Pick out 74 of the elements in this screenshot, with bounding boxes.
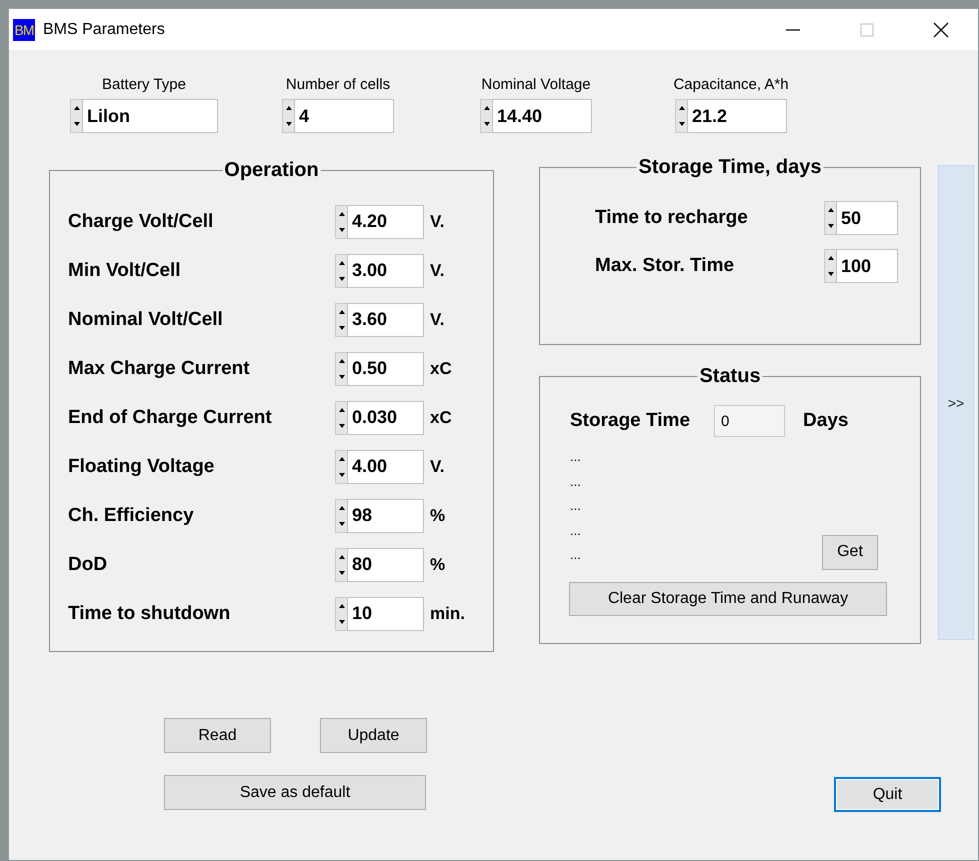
spin-arrows-icon[interactable] bbox=[335, 450, 347, 484]
spin-arrows-icon[interactable] bbox=[335, 400, 347, 434]
spin-arrows-icon[interactable] bbox=[824, 201, 836, 235]
number-field[interactable]: 50 bbox=[836, 201, 898, 235]
unit-label: V. bbox=[430, 260, 445, 280]
spin-arrows-icon[interactable] bbox=[335, 204, 347, 238]
maximize-icon bbox=[859, 22, 875, 38]
app-icon: BM bbox=[13, 18, 35, 40]
spin-arrows-icon[interactable] bbox=[675, 99, 687, 133]
parameter-label: Time to shutdown bbox=[67, 602, 232, 624]
spin-arrows-icon[interactable] bbox=[335, 498, 347, 532]
number-field[interactable]: 14.40 bbox=[492, 99, 592, 133]
unit-label: Days bbox=[803, 410, 848, 432]
field-label: Battery Type bbox=[102, 76, 186, 93]
parameter-label: Floating Voltage bbox=[67, 456, 216, 478]
spin-arrows-icon[interactable] bbox=[335, 548, 347, 582]
unit-label: V. bbox=[430, 310, 445, 330]
minimize-icon bbox=[786, 28, 800, 30]
parameter-label: Time to recharge bbox=[594, 207, 749, 229]
spin-arrows-icon[interactable] bbox=[335, 302, 347, 336]
spin-arrows-icon[interactable] bbox=[282, 99, 294, 133]
number-field[interactable]: 0.030 bbox=[347, 400, 424, 434]
parameter-label: Min Volt/Cell bbox=[67, 260, 182, 282]
field-label: Number of cells bbox=[286, 76, 390, 93]
number-field[interactable]: 10 bbox=[347, 596, 424, 630]
save-default-button[interactable]: Save as default bbox=[164, 775, 426, 810]
parameter-label: Charge Volt/Cell bbox=[67, 210, 214, 232]
expand-button[interactable]: >> bbox=[938, 165, 974, 640]
parameter-label: Nominal Volt/Cell bbox=[67, 308, 224, 330]
storage-time-label: Storage Time bbox=[570, 410, 690, 432]
status-line: ... bbox=[570, 522, 581, 540]
spin-arrows-icon[interactable] bbox=[335, 352, 347, 386]
window-title: BMS Parameters bbox=[43, 20, 165, 38]
field-label: Nominal Voltage bbox=[481, 76, 591, 93]
unit-label: min. bbox=[430, 604, 465, 624]
number-field[interactable]: 21.2 bbox=[687, 99, 787, 133]
status-line: ... bbox=[570, 546, 581, 564]
spin-arrows-icon[interactable] bbox=[824, 249, 836, 283]
unit-label: xC bbox=[430, 408, 452, 428]
spin-arrows-icon[interactable] bbox=[70, 99, 82, 133]
unit-label: V. bbox=[430, 456, 445, 476]
clear-button[interactable]: Clear Storage Time and Runaway bbox=[569, 582, 887, 616]
parameter-label: DoD bbox=[67, 554, 108, 576]
number-field[interactable]: Lilon bbox=[82, 99, 218, 133]
number-field[interactable]: 3.60 bbox=[347, 302, 424, 336]
number-field[interactable]: 100 bbox=[836, 249, 898, 283]
status-line: ... bbox=[570, 497, 581, 515]
spin-arrows-icon[interactable] bbox=[335, 596, 347, 630]
number-field[interactable]: 4.20 bbox=[347, 204, 424, 238]
number-field[interactable]: 0.50 bbox=[347, 352, 424, 386]
spin-arrows-icon[interactable] bbox=[335, 254, 347, 288]
unit-label: % bbox=[430, 506, 446, 526]
get-button[interactable]: Get bbox=[822, 534, 878, 570]
number-field[interactable]: 4.00 bbox=[347, 450, 424, 484]
number-field[interactable]: 4 bbox=[294, 99, 394, 133]
status-line: ... bbox=[570, 448, 581, 466]
parameter-label: End of Charge Current bbox=[67, 406, 273, 428]
parameter-label: Max Charge Current bbox=[67, 358, 251, 380]
quit-button[interactable]: Quit bbox=[834, 777, 941, 812]
parameter-label: Ch. Efficiency bbox=[67, 504, 195, 526]
read-button[interactable]: Read bbox=[164, 718, 271, 753]
number-field[interactable]: 3.00 bbox=[347, 254, 424, 288]
storage-time-field[interactable]: 0 bbox=[714, 405, 786, 437]
spin-arrows-icon[interactable] bbox=[480, 99, 492, 133]
close-icon bbox=[933, 22, 949, 38]
unit-label: % bbox=[430, 554, 446, 574]
number-field[interactable]: 98 bbox=[347, 498, 424, 532]
parameter-label: Max. Stor. Time bbox=[594, 255, 736, 277]
status-line: ... bbox=[570, 472, 581, 490]
field-label: Capacitance, A*h bbox=[673, 76, 789, 93]
update-button[interactable]: Update bbox=[320, 718, 427, 753]
unit-label: V. bbox=[430, 212, 445, 232]
unit-label: xC bbox=[430, 358, 452, 378]
number-field[interactable]: 80 bbox=[347, 548, 424, 582]
